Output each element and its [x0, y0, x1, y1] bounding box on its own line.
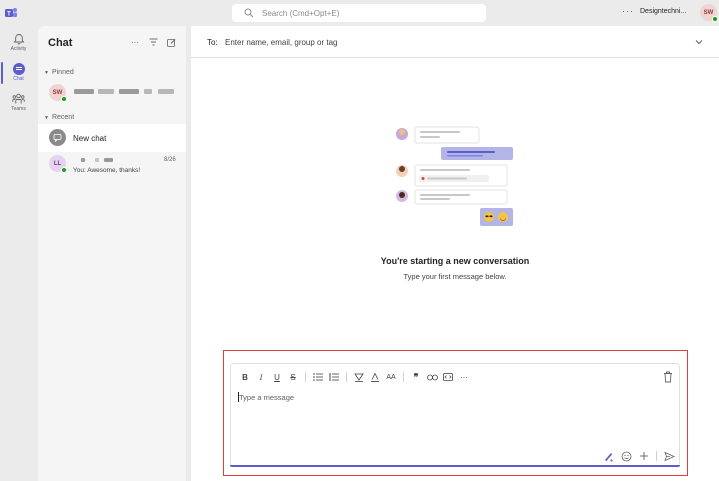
presence-available-icon: [712, 16, 718, 22]
emoji-icon[interactable]: [620, 450, 632, 462]
pinned-section-toggle[interactable]: ▼ Pinned: [44, 69, 74, 76]
bold-button[interactable]: B: [237, 370, 253, 384]
new-conversation-illustration: [396, 126, 513, 226]
message-composer[interactable]: B I U S AA ❞ ··· Type a message: [230, 363, 680, 467]
composer-actions: [602, 450, 675, 462]
search-input[interactable]: Search (Cmd+Opt+E): [232, 4, 486, 22]
redacted-name: [98, 89, 114, 94]
rail-label-activity: Activity: [10, 45, 27, 52]
empty-state-subtitle: Type your first message below.: [403, 272, 507, 281]
numbered-list-icon[interactable]: [326, 370, 342, 384]
rail-item-teams[interactable]: Teams: [0, 88, 37, 116]
message-input[interactable]: Type a message: [239, 393, 294, 402]
new-chat-avatar: [49, 129, 66, 146]
empty-state-title: You're starting a new conversation: [380, 256, 530, 266]
presence-available-icon: [61, 167, 67, 173]
toolbar-divider: [403, 372, 404, 382]
emoji-cool-icon: [484, 212, 494, 222]
link-icon[interactable]: [424, 370, 440, 384]
chat-bubble-icon: [53, 134, 62, 142]
redacted-name: [158, 89, 174, 94]
code-snippet-icon[interactable]: [440, 370, 456, 384]
redacted-name: [144, 89, 152, 94]
redacted-name: [119, 89, 139, 94]
strikethrough-button[interactable]: S: [285, 370, 301, 384]
active-indicator: [1, 62, 3, 84]
underline-button[interactable]: U: [269, 370, 285, 384]
filter-icon[interactable]: [148, 37, 158, 47]
avatar-initials: LL: [53, 160, 62, 167]
redacted-name: [74, 89, 94, 94]
redacted-name: [104, 158, 113, 162]
redacted-name: [95, 158, 99, 162]
chat-icon: [12, 62, 25, 75]
pinned-header: Pinned: [51, 69, 74, 76]
chat-preview: You: Awesome, thanks!: [73, 167, 141, 174]
new-chat-item[interactable]: New chat: [38, 124, 186, 152]
svg-text:T: T: [7, 12, 11, 18]
title-bar: T Search (Cmd+Opt+E) ··· Designtechni...…: [0, 0, 719, 26]
rail-label-chat: Chat: [13, 75, 24, 82]
toolbar-divider: [346, 372, 347, 382]
font-color-icon[interactable]: [367, 370, 383, 384]
more-icon[interactable]: ···: [130, 37, 140, 47]
avatar: SW: [49, 84, 67, 102]
to-label: To:: [207, 38, 218, 47]
more-formatting-icon[interactable]: ···: [456, 370, 472, 384]
avatar-initials: SW: [52, 89, 63, 96]
caret-down-icon: ▼: [44, 114, 49, 121]
recent-header: Recent: [51, 114, 75, 121]
chat-list-title: Chat: [48, 37, 73, 49]
presence-available-icon: [61, 96, 67, 102]
app-rail: Activity Chat Teams: [0, 26, 37, 481]
teams-logo-icon[interactable]: T: [4, 6, 18, 20]
recipient-input[interactable]: Enter name, email, group or tag: [225, 38, 338, 47]
profile-avatar[interactable]: SW: [700, 4, 718, 22]
send-icon[interactable]: [663, 450, 675, 462]
search-placeholder: Search (Cmd+Opt+E): [262, 8, 340, 18]
avatar: LL: [49, 155, 67, 173]
new-chat-label: New chat: [73, 134, 107, 143]
pinned-chat-item[interactable]: SW: [38, 80, 186, 106]
caret-down-icon: ▼: [44, 69, 49, 76]
more-options-button[interactable]: ···: [622, 6, 634, 16]
toolbar-divider: [656, 451, 657, 461]
chat-date: 8/26: [164, 157, 176, 163]
composer-focus-underline: [230, 465, 680, 467]
trash-icon[interactable]: [662, 370, 674, 384]
bulleted-list-icon[interactable]: [310, 370, 326, 384]
bell-icon: [13, 33, 24, 44]
recent-section-toggle[interactable]: ▼ Recent: [44, 114, 74, 121]
rail-item-chat[interactable]: Chat: [0, 58, 37, 86]
highlight-icon[interactable]: [351, 370, 367, 384]
search-icon: [244, 8, 254, 18]
conversation-pane: To: Enter name, email, group or tag You'…: [191, 26, 719, 481]
formatting-toolbar: B I U S AA ❞ ···: [237, 370, 472, 384]
profile-initials: SW: [703, 9, 714, 16]
copilot-rewrite-icon[interactable]: [602, 450, 614, 462]
redacted-name: [81, 158, 85, 162]
org-name[interactable]: Designtechni...: [640, 8, 686, 15]
italic-button[interactable]: I: [253, 370, 269, 384]
new-chat-icon[interactable]: [166, 37, 176, 47]
chat-list-pane: Chat ··· ▼ Pinned SW ▼ Recent New chat L…: [38, 26, 186, 481]
recipient-row: To: Enter name, email, group or tag: [191, 26, 719, 58]
quote-icon[interactable]: ❞: [408, 370, 424, 384]
teams-icon: [12, 93, 25, 103]
font-size-icon[interactable]: AA: [383, 370, 399, 384]
rail-label-teams: Teams: [11, 105, 26, 112]
toolbar-divider: [305, 372, 306, 382]
chevron-down-icon[interactable]: [694, 37, 704, 47]
chat-list-actions: ···: [130, 37, 176, 47]
rail-item-activity[interactable]: Activity: [0, 28, 37, 56]
attach-plus-icon[interactable]: [638, 450, 650, 462]
